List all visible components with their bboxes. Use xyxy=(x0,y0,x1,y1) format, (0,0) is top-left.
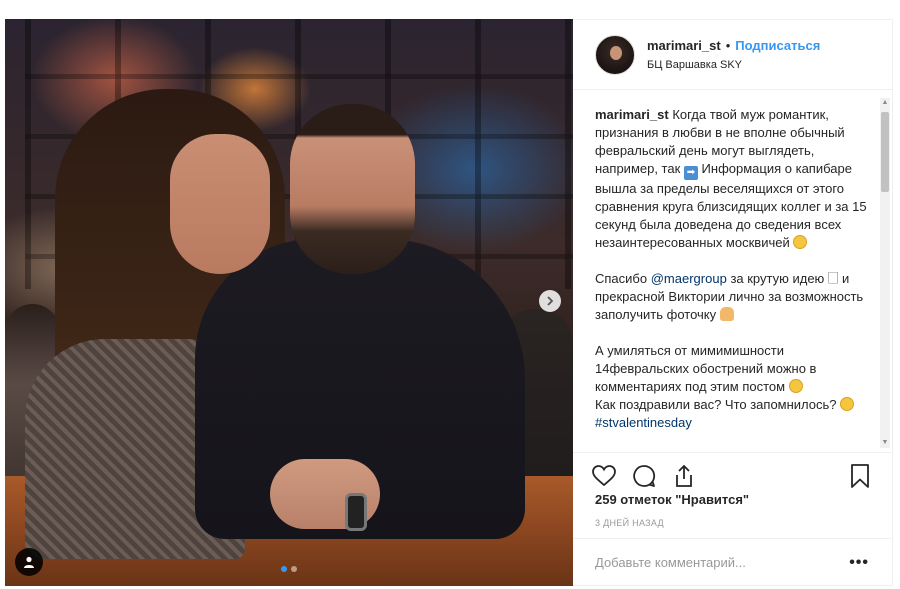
heart-icon[interactable] xyxy=(591,463,617,489)
caption-username[interactable]: marimari_st xyxy=(595,107,669,122)
carousel-dot-active xyxy=(281,566,287,572)
comment-input[interactable] xyxy=(595,555,850,570)
arrow-emoji-icon: ➡ xyxy=(683,166,698,180)
header-text: marimari_st • Подписаться БЦ Варшавка SK… xyxy=(647,38,820,71)
bookmark-icon[interactable] xyxy=(847,463,873,489)
caption-p2-before: Спасибо xyxy=(595,271,648,286)
carousel-dots xyxy=(281,566,297,572)
carousel-dot xyxy=(291,566,297,572)
caption-paragraph-1: marimari_st Когда твой муж романтик, при… xyxy=(595,106,869,252)
post-sidebar: marimari_st • Подписаться БЦ Варшавка SK… xyxy=(573,19,893,586)
photo-watch xyxy=(345,493,367,531)
mention-link[interactable]: @maergroup xyxy=(651,271,727,286)
caption-area[interactable]: marimari_st Когда твой муж романтик, при… xyxy=(573,90,891,452)
share-icon[interactable] xyxy=(671,463,697,489)
scroll-up-arrow-icon[interactable]: ▲ xyxy=(880,98,890,108)
follow-button[interactable]: Подписаться xyxy=(735,38,820,53)
caption-p3: А умиляться от мимимишности 14февральски… xyxy=(595,343,817,394)
caption-paragraph-3: А умиляться от мимимишности 14февральски… xyxy=(595,342,869,432)
hashtag-link[interactable]: #stvalentinesday xyxy=(595,415,692,430)
comment-icon[interactable] xyxy=(631,463,657,489)
chevron-right-icon[interactable] xyxy=(539,290,561,312)
grin-emoji-icon xyxy=(793,235,808,249)
likes-count[interactable]: 259 отметок "Нравится" xyxy=(595,492,749,507)
header-user-line: marimari_st • Подписаться xyxy=(647,38,820,53)
avatar[interactable] xyxy=(595,34,635,75)
caption-p3-question: Как поздравили вас? Что запомнилось? xyxy=(595,397,837,412)
more-options-icon[interactable]: ••• xyxy=(849,554,869,572)
smile-emoji-icon-2 xyxy=(840,397,855,411)
comment-bar: ••• xyxy=(573,538,891,586)
location-link[interactable]: БЦ Варшавка SKY xyxy=(647,59,820,71)
scroll-down-arrow-icon[interactable]: ▼ xyxy=(880,438,890,448)
post-time[interactable]: 3 ДНЕЙ НАЗАД xyxy=(595,518,664,528)
photo-man-head xyxy=(290,104,415,274)
caption-text: marimari_st Когда твой муж романтик, при… xyxy=(595,106,869,432)
photo-woman-face xyxy=(170,134,270,274)
post-header: marimari_st • Подписаться БЦ Варшавка SK… xyxy=(573,20,892,90)
username-link[interactable]: marimari_st xyxy=(647,38,721,53)
smile-emoji-icon xyxy=(788,379,803,393)
scrollbar-thumb[interactable] xyxy=(881,112,889,192)
user-tag-icon[interactable] xyxy=(15,548,43,576)
post-photo[interactable] xyxy=(5,19,573,586)
pray-emoji-icon xyxy=(719,307,734,321)
separator-dot: • xyxy=(725,38,731,53)
caption-scrollbar[interactable]: ▲ ▼ xyxy=(880,98,890,448)
caption-paragraph-2: Спасибо @maergroup за крутую идею 🗌 и пр… xyxy=(595,270,869,324)
